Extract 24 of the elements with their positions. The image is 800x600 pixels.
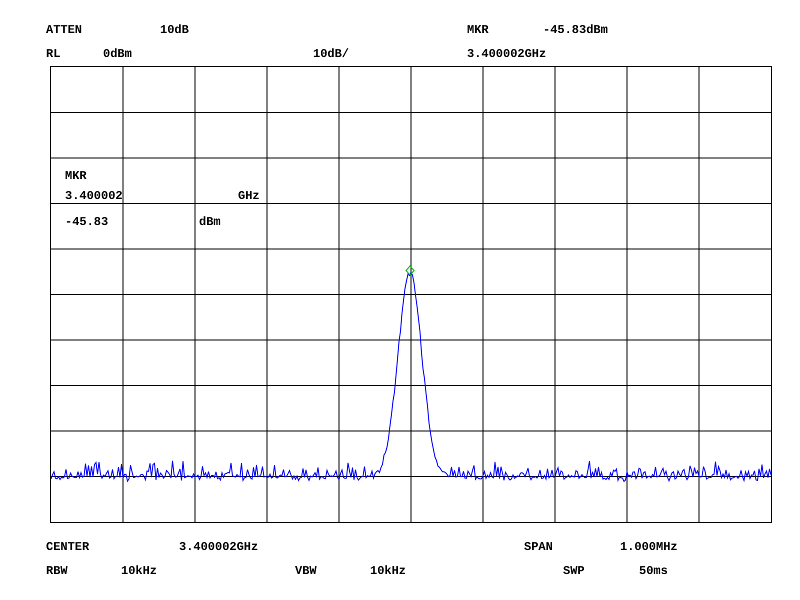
setting-value: 10dB bbox=[160, 22, 190, 38]
setting-value: -45.83dBm bbox=[543, 22, 609, 38]
setting-label: SPAN bbox=[524, 539, 554, 555]
setting-label: RBW bbox=[46, 563, 69, 579]
marker-amplitude: -45.83 bbox=[65, 214, 110, 231]
setting-value: 10kHz bbox=[370, 563, 408, 579]
frequency-unit: GHz bbox=[238, 188, 260, 205]
setting-label: ATTEN bbox=[46, 22, 84, 38]
setting-label: MKR bbox=[467, 22, 490, 38]
marker-label: MKR bbox=[65, 168, 87, 185]
setting-label: SWP bbox=[563, 563, 586, 579]
setting-value: 1.000MHz bbox=[620, 539, 679, 555]
setting-value: 10kHz bbox=[121, 563, 158, 579]
setting-value: 0dBm bbox=[103, 46, 133, 62]
setting-value: 3.400002GHz bbox=[179, 539, 260, 555]
setting-label: VBW bbox=[295, 563, 318, 579]
setting-label: CENTER bbox=[46, 539, 90, 555]
marker-icon bbox=[405, 265, 415, 276]
setting-value: 50ms bbox=[639, 563, 669, 579]
setting-label: RL bbox=[46, 46, 62, 62]
setting-value: 3.400002GHz bbox=[467, 46, 548, 62]
amplitude-unit: dBm bbox=[199, 214, 221, 231]
setting-label: 10dB/ bbox=[313, 46, 350, 62]
marker-frequency: 3.400002 bbox=[65, 188, 124, 205]
